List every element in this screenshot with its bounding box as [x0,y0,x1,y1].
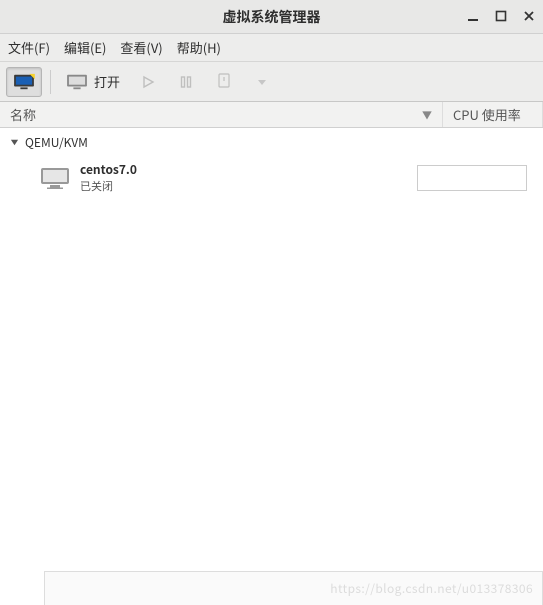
column-cpu[interactable]: CPU 使用率 [443,102,543,127]
new-vm-button[interactable] [6,67,42,97]
vm-status: 已关闭 [80,178,137,194]
title-bar: 虚拟系统管理器 [0,0,543,34]
maximize-button[interactable] [493,10,509,23]
toolbar: 打开 [0,62,543,102]
vm-tree[interactable]: QEMU/KVM centos7.0 已关闭 [0,128,543,588]
shutdown-button[interactable] [207,67,241,97]
connection-name: QEMU/KVM [25,134,88,151]
menu-view[interactable]: 查看(V) [120,38,162,57]
menu-help[interactable]: 帮助(H) [177,38,221,57]
chevron-down-icon [257,77,267,87]
minimize-button[interactable] [465,10,481,23]
monitor-icon [66,73,88,91]
close-button[interactable] [521,10,537,23]
vm-row[interactable]: centos7.0 已关闭 [0,157,543,198]
toolbar-separator [50,70,51,94]
column-cpu-label: CPU 使用率 [453,105,521,124]
shutdown-menu-button[interactable] [245,67,279,97]
run-button[interactable] [131,67,165,97]
cpu-usage-graph [417,165,527,191]
sort-indicator-icon: ▼ [422,107,432,122]
footer-panel [44,571,543,605]
vm-monitor-icon [40,166,70,190]
play-icon [141,75,155,89]
open-label: 打开 [94,72,120,91]
open-vm-button[interactable]: 打开 [59,67,127,97]
shutdown-icon [216,73,232,91]
window-controls [465,0,537,33]
window-title: 虚拟系统管理器 [223,7,321,27]
pause-icon [179,75,193,89]
menu-file[interactable]: 文件(F) [8,38,50,57]
connection-row[interactable]: QEMU/KVM [0,128,543,157]
expand-icon[interactable] [10,134,19,151]
monitor-new-icon [13,73,35,91]
column-headers: 名称 ▼ CPU 使用率 [0,102,543,128]
column-name-label: 名称 [10,105,36,124]
menu-bar: 文件(F) 编辑(E) 查看(V) 帮助(H) [0,34,543,62]
column-name[interactable]: 名称 ▼ [0,102,443,127]
pause-button[interactable] [169,67,203,97]
vm-name: centos7.0 [80,161,137,178]
menu-edit[interactable]: 编辑(E) [64,38,106,57]
